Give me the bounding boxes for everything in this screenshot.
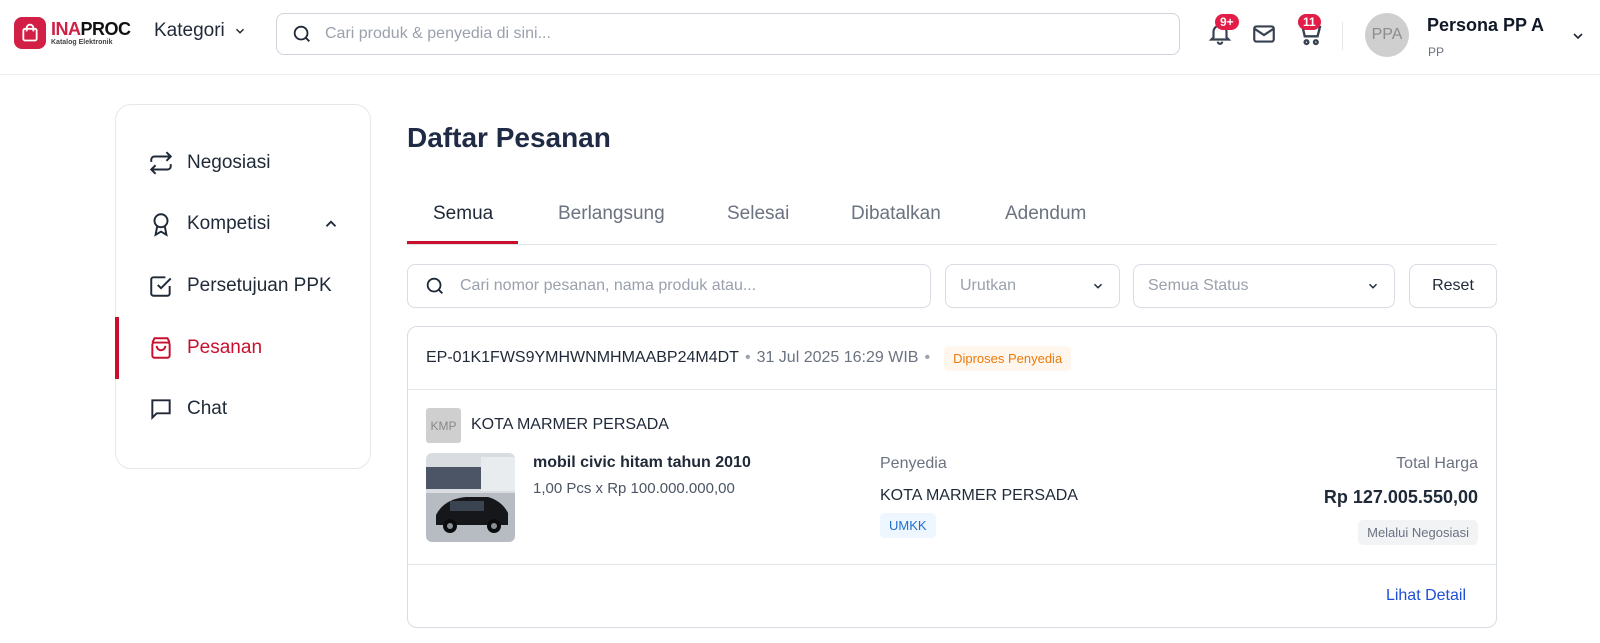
avatar[interactable]: PPA (1365, 13, 1409, 57)
user-name: Persona PP A (1427, 15, 1545, 35)
order-search-input[interactable] (460, 277, 920, 295)
product-search-input[interactable] (325, 25, 1145, 43)
sidebar-item-persetujuan-ppk[interactable]: Persetujuan PPK (116, 255, 370, 317)
kategori-dropdown[interactable]: Kategori (154, 20, 247, 42)
sort-select[interactable]: Urutkan (945, 264, 1120, 308)
purchase-method-badge: Melalui Negosiasi (1358, 520, 1478, 545)
notifications-button[interactable]: 9+ (1207, 14, 1239, 46)
order-id: EP-01K1FWS9YMHWNMHMAABP24M4DT (426, 349, 739, 366)
shopping-bag-logo-icon (14, 17, 46, 49)
provider-tag-badge: UMKK (880, 513, 936, 538)
tab-semua[interactable]: Semua (433, 203, 493, 225)
tab-berlangsung[interactable]: Berlangsung (558, 203, 665, 225)
status-select-label: Semua Status (1148, 277, 1249, 294)
sidebar-item-label: Pesanan (187, 337, 263, 358)
order-tabs: Semua Berlangsung Selesai Dibatalkan Ade… (407, 195, 1497, 245)
sidebar-nav: Negosiasi Kompetisi Persetujuan PPK Pesa… (115, 104, 371, 469)
order-card-footer: Lihat Detail (408, 564, 1496, 627)
sidebar-item-pesanan[interactable]: Pesanan (115, 317, 370, 379)
order-card-header: EP-01K1FWS9YMHWNMHMAABP24M4DT • 31 Jul 2… (408, 327, 1496, 390)
repeat-icon (148, 150, 174, 176)
page-title: Daftar Pesanan (407, 122, 611, 153)
cart-button[interactable]: 11 (1296, 14, 1324, 48)
sidebar-item-label: Persetujuan PPK (187, 275, 332, 296)
checkbox-icon (148, 273, 174, 299)
product-search-bar[interactable] (276, 13, 1180, 55)
product-name[interactable]: mobil civic hitam tahun 2010 (533, 454, 751, 472)
sidebar-item-label: Kompetisi (187, 213, 271, 234)
sort-select-label: Urutkan (960, 277, 1017, 294)
sidebar-item-kompetisi[interactable]: Kompetisi (116, 193, 370, 255)
product-quantity-price: 1,00 Pcs x Rp 100.000.000,00 (533, 480, 735, 497)
chevron-down-icon (1573, 33, 1583, 40)
shopping-bag-icon (148, 335, 174, 361)
total-price-label: Total Harga (1396, 455, 1478, 472)
total-price-value: Rp 127.005.550,00 (1323, 487, 1478, 507)
search-icon (291, 23, 313, 45)
order-date: 31 Jul 2025 16:29 WIB (756, 349, 919, 366)
search-icon (424, 275, 446, 297)
chevron-down-icon (1368, 283, 1378, 289)
order-search-bar[interactable] (407, 264, 931, 308)
status-badge: Diproses Penyedia (944, 345, 1072, 371)
inaproc-logo[interactable]: INAPROC Katalog Elektronik (14, 17, 131, 49)
product-thumbnail[interactable] (426, 453, 515, 542)
provider-name: KOTA MARMER PERSADA (880, 487, 1078, 504)
header-divider (1342, 22, 1343, 50)
active-tab-indicator (407, 241, 518, 244)
messages-button[interactable] (1250, 21, 1278, 47)
separator-dot: • (924, 349, 931, 366)
sidebar-item-label: Chat (187, 398, 228, 419)
chevron-down-icon (1093, 283, 1103, 289)
mail-icon (1253, 25, 1275, 43)
award-icon (148, 211, 174, 237)
reset-button[interactable]: Reset (1409, 264, 1497, 308)
cart-badge: 11 (1298, 14, 1321, 30)
sidebar-item-label: Negosiasi (187, 152, 271, 173)
kategori-label: Kategori (154, 20, 225, 41)
vendor-name: KOTA MARMER PERSADA (471, 416, 669, 433)
status-select[interactable]: Semua Status (1133, 264, 1395, 308)
sidebar-item-chat[interactable]: Chat (116, 378, 370, 440)
tab-dibatalkan[interactable]: Dibatalkan (851, 203, 941, 225)
chat-icon (148, 396, 174, 422)
sidebar-item-negosiasi[interactable]: Negosiasi (116, 132, 370, 194)
notifications-badge: 9+ (1215, 14, 1239, 30)
logo-subtitle: Katalog Elektronik (51, 39, 113, 46)
vendor-logo: KMP (426, 408, 461, 443)
chevron-up-icon[interactable] (322, 215, 340, 233)
provider-label: Penyedia (880, 455, 947, 472)
top-header: INAPROC Katalog Elektronik Kategori 9+ 1… (0, 0, 1600, 75)
logo-brand: INAPROC (51, 19, 131, 39)
chevron-down-icon (235, 28, 244, 34)
user-menu-toggle[interactable] (1570, 28, 1586, 44)
user-role: PP (1428, 45, 1445, 59)
order-card: EP-01K1FWS9YMHWNMHMAABP24M4DT • 31 Jul 2… (407, 326, 1497, 628)
tab-adendum[interactable]: Adendum (1005, 203, 1086, 225)
view-detail-link[interactable]: Lihat Detail (1386, 587, 1466, 605)
separator-dot: • (744, 349, 751, 366)
tab-selesai[interactable]: Selesai (727, 203, 789, 225)
